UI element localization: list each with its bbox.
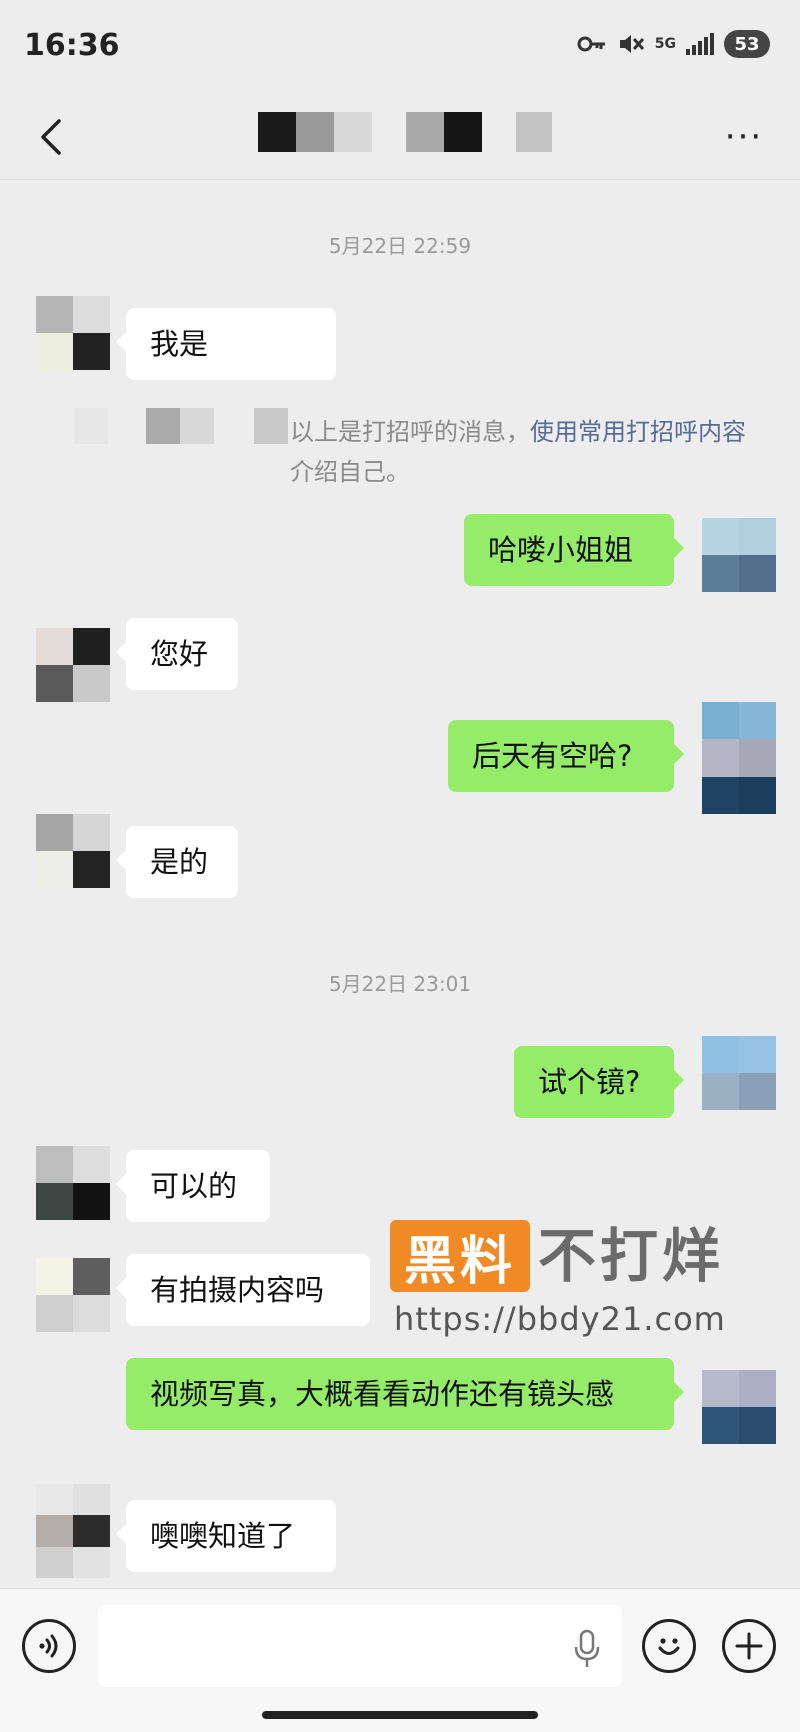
more-button[interactable]: ···: [714, 112, 774, 162]
voice-toggle-button[interactable]: [22, 1619, 76, 1673]
more-actions-button[interactable]: [722, 1619, 776, 1673]
key-icon: [577, 36, 605, 52]
more-dots-icon: ···: [724, 117, 764, 157]
system-note: 以上是打招呼的消息，使用常用打招呼内容介绍自己。: [290, 412, 750, 492]
chat-title-redacted: [258, 112, 552, 152]
message-bubble-outgoing[interactable]: 试个镜?: [514, 1046, 684, 1118]
message-bubble-incoming[interactable]: 有拍摄内容吗: [116, 1254, 370, 1326]
watermark-url: https://bbdy21.com: [394, 1300, 726, 1338]
mute-icon: [619, 35, 644, 53]
battery-indicator: 53: [724, 30, 770, 58]
microphone-icon[interactable]: [572, 1629, 602, 1669]
my-avatar[interactable]: [702, 518, 776, 592]
avatar[interactable]: [36, 1146, 110, 1220]
plus-icon: [735, 1632, 763, 1660]
home-indicator: [262, 1711, 538, 1719]
avatar[interactable]: [36, 814, 110, 888]
my-avatar[interactable]: [702, 702, 776, 814]
voice-icon: [39, 1634, 58, 1658]
message-input[interactable]: [98, 1605, 622, 1687]
timestamp: 5月22日 23:01: [328, 972, 472, 996]
my-avatar[interactable]: [702, 1370, 776, 1444]
watermark-text: 不打烊: [538, 1222, 725, 1290]
message-bubble-incoming[interactable]: 您好: [116, 618, 238, 690]
message-bubble-incoming[interactable]: 是的: [116, 826, 238, 898]
avatar[interactable]: [36, 1484, 110, 1578]
chat-header: ···: [0, 96, 800, 180]
message-bubble-outgoing[interactable]: 哈喽小姐姐: [464, 514, 684, 586]
timestamp: 5月22日 22:59: [328, 234, 472, 258]
watermark: 黑料 不打烊 https://bbdy21.com: [388, 1218, 768, 1338]
message-bubble-incoming[interactable]: 我是: [116, 308, 336, 380]
watermark-badge: 黑料: [390, 1220, 530, 1292]
emoji-button[interactable]: [642, 1619, 696, 1673]
chevron-left-icon: [41, 119, 61, 155]
message-bubble-outgoing[interactable]: 后天有空哈?: [448, 720, 684, 792]
system-note-suffix: 介绍自己。: [290, 458, 410, 486]
message-bubble-incoming[interactable]: 噢噢知道了: [116, 1500, 336, 1572]
avatar[interactable]: [36, 296, 110, 370]
emoji-icon: [658, 1638, 680, 1655]
network-type: 5G: [654, 36, 676, 52]
system-note-text: 以上是打招呼的消息，: [290, 418, 530, 446]
message-bubble-outgoing[interactable]: 视频写真，大概看看动作还有镜头感: [126, 1358, 684, 1430]
input-bar: [0, 1588, 800, 1732]
status-bar: 16:36 5G 53: [0, 0, 800, 96]
status-icons: 5G 53: [577, 30, 770, 58]
message-bubble-incoming[interactable]: 可以的: [116, 1150, 270, 1222]
status-time: 16:36: [24, 28, 120, 63]
greeting-template-link[interactable]: 使用常用打招呼内容: [530, 418, 746, 446]
signal-icon: [686, 33, 714, 55]
avatar[interactable]: [36, 628, 110, 702]
avatar[interactable]: [36, 1258, 110, 1332]
back-button[interactable]: [26, 112, 76, 162]
my-avatar[interactable]: [702, 1036, 776, 1110]
redacted-text: [74, 408, 288, 444]
